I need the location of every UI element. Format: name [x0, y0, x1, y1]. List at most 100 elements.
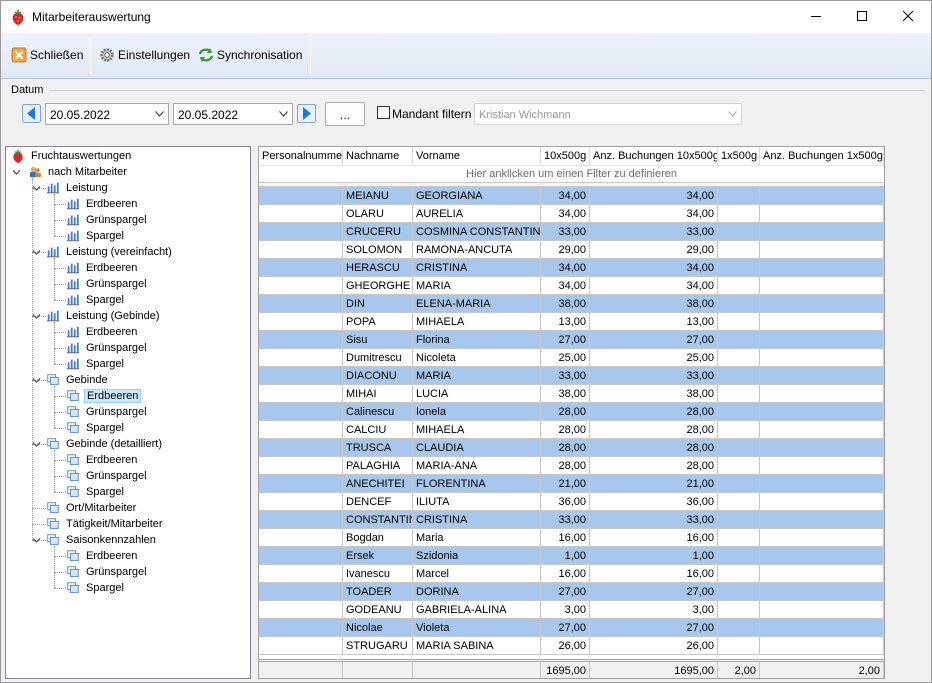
table-row[interactable]: Ivanescu Marcel 16,00 16,00: [259, 565, 884, 583]
tree-leaf-2-1[interactable]: Grünspargel: [66, 340, 149, 356]
column-header[interactable]: Anz. Buchungen 1x500g: [760, 147, 884, 165]
table-row[interactable]: STRUGARU MARIA SABINA 26,00 26,00: [259, 637, 884, 655]
table-row[interactable]: CRUCERU COSMINA CONSTANTINA 33,00 33,00: [259, 223, 884, 241]
tree-leaf-3-0[interactable]: Erdbeeren: [66, 388, 142, 404]
table-row[interactable]: HERASCU CRISTINA 34,00 34,00: [259, 259, 884, 277]
mandant-filter-label[interactable]: Mandant filtern: [392, 107, 471, 121]
previous-date-button[interactable]: [22, 104, 41, 123]
bar-chart-icon: [66, 342, 80, 354]
data-grid[interactable]: Personalnummer Nachname Vorname 10x500g Anz.…: [258, 146, 885, 679]
tree-connector: [54, 194, 55, 236]
tree-group-1[interactable]: Leistung (vereinfacht): [46, 244, 174, 260]
tree-connector: [54, 322, 55, 364]
table-row[interactable]: GHEORGHE MARIA 34,00 34,00: [259, 277, 884, 295]
tree-group-7[interactable]: Saisonkennzahlen: [46, 532, 158, 548]
bar-chart-icon: [66, 294, 80, 306]
tree-leaf-0-2[interactable]: Spargel: [66, 228, 126, 244]
table-row[interactable]: POPA MIHAELA 13,00 13,00: [259, 313, 884, 331]
tree-group-0[interactable]: Leistung: [46, 180, 110, 196]
table-cell: MEIANU: [343, 187, 413, 205]
collapse-chevron-icon[interactable]: [12, 168, 21, 177]
date-to-value: 20.05.2022: [178, 108, 239, 122]
tree-group-3[interactable]: Gebinde: [46, 372, 110, 388]
close-window-button[interactable]: [885, 1, 931, 32]
table-row[interactable]: DIACONU MARIA 33,00 33,00: [259, 367, 884, 385]
tree-leaf-7-2[interactable]: Spargel: [66, 580, 126, 596]
table-row[interactable]: Ersek Szidonia 1,00 1,00: [259, 547, 884, 565]
column-header[interactable]: 10x500g: [541, 147, 590, 165]
minimize-button[interactable]: [793, 1, 839, 32]
table-row[interactable]: GODEANU GABRIELA-ALINA 3,00 3,00: [259, 601, 884, 619]
column-header[interactable]: Personalnummer: [259, 147, 343, 165]
tree-item-nach-mitarbeiter[interactable]: nach Mitarbeiter: [28, 164, 129, 180]
table-row[interactable]: Calinescu Ionela 28,00 28,00: [259, 403, 884, 421]
table-cell: [259, 385, 343, 403]
table-row[interactable]: MIHAI LUCIA 38,00 38,00: [259, 385, 884, 403]
table-row[interactable]: CONSTANTIN CRISTINA 33,00 33,00: [259, 511, 884, 529]
report-tree[interactable]: Fruchtauswertungen nach Mitarbeiter Leistu…: [5, 146, 251, 679]
tree-leaf-4-0[interactable]: Erdbeeren: [66, 452, 139, 468]
column-header[interactable]: Vorname: [413, 147, 541, 165]
sync-button[interactable]: Synchronisation: [198, 45, 302, 65]
table-cell: 1,00: [590, 547, 718, 565]
tree-item-label: Leistung (Gebinde): [66, 310, 160, 322]
table-row[interactable]: Nicolae Violeta 27,00 27,00: [259, 619, 884, 637]
table-row[interactable]: Bogdan Maria 16,00 16,00: [259, 529, 884, 547]
table-row[interactable]: DIN ELENA-MARIA 38,00 38,00: [259, 295, 884, 313]
filter-row[interactable]: Hier anklicken um einen Filter zu defini…: [259, 165, 884, 182]
table-cell: [718, 457, 760, 475]
tree-leaf-2-0[interactable]: Erdbeeren: [66, 324, 139, 340]
tree-group-4[interactable]: Gebinde (detailliert): [46, 436, 164, 452]
date-to-combo[interactable]: 20.05.2022: [173, 103, 293, 125]
date-from-combo[interactable]: 20.05.2022: [45, 103, 169, 125]
collapse-chevron-icon[interactable]: [32, 248, 41, 257]
table-row[interactable]: Sisu Florina 27,00 27,00: [259, 331, 884, 349]
tree-leaf-0-1[interactable]: Grünspargel: [66, 212, 149, 228]
tree-leaf-3-1[interactable]: Grünspargel: [66, 404, 149, 420]
table-cell: [259, 457, 343, 475]
toolbar: Schließen Einstellungen Synchronisation: [1, 33, 931, 79]
table-row[interactable]: Dumitrescu Nicoleta 25,00 25,00: [259, 349, 884, 367]
maximize-button[interactable]: [839, 1, 885, 32]
tree-leaf-7-0[interactable]: Erdbeeren: [66, 548, 139, 564]
tree-connector: [54, 258, 55, 300]
tree-group-6[interactable]: Tätigkeit/Mitarbeiter: [46, 516, 165, 532]
table-row[interactable]: CALCIU MIHAELA 28,00 28,00: [259, 421, 884, 439]
table-row[interactable]: TOADER DORINA 27,00 27,00: [259, 583, 884, 601]
next-date-button[interactable]: [297, 104, 316, 123]
tree-group-2[interactable]: Leistung (Gebinde): [46, 308, 162, 324]
table-row[interactable]: OLARU AURELIA 34,00 34,00: [259, 205, 884, 223]
mandant-filter-checkbox[interactable]: [377, 106, 390, 119]
tree-leaf-1-1[interactable]: Grünspargel: [66, 276, 149, 292]
close-button[interactable]: Schließen: [11, 45, 83, 65]
mandant-combo[interactable]: Kristian Wichmann: [474, 103, 742, 125]
table-row[interactable]: MEIANU GEORGIANA 34,00 34,00: [259, 187, 884, 205]
column-header[interactable]: Nachname: [343, 147, 413, 165]
table-cell: MIHAELA: [413, 313, 541, 331]
collapse-chevron-icon[interactable]: [32, 184, 41, 193]
tree-leaf-1-2[interactable]: Spargel: [66, 292, 126, 308]
tree-leaf-7-1[interactable]: Grünspargel: [66, 564, 149, 580]
table-row[interactable]: DENCEF ILIUTA 36,00 36,00: [259, 493, 884, 511]
table-row[interactable]: ANECHITEI FLORENTINA 21,00 21,00: [259, 475, 884, 493]
tree-leaf-3-2[interactable]: Spargel: [66, 420, 126, 436]
column-header[interactable]: Anz. Buchungen 10x500g: [590, 147, 718, 165]
collapse-chevron-icon[interactable]: [32, 536, 41, 545]
tree-leaf-0-0[interactable]: Erdbeeren: [66, 196, 139, 212]
column-header[interactable]: 1x500g: [718, 147, 760, 165]
date-picker-button[interactable]: ...: [325, 102, 365, 126]
collapse-chevron-icon[interactable]: [32, 376, 41, 385]
table-row[interactable]: SOLOMON RAMONA-ANCUTA 29,00 29,00: [259, 241, 884, 259]
settings-button[interactable]: Einstellungen: [99, 45, 190, 65]
tree-root-fruchtauswertungen[interactable]: Fruchtauswertungen: [11, 148, 133, 164]
tree-leaf-2-2[interactable]: Spargel: [66, 356, 126, 372]
tree-leaf-1-0[interactable]: Erdbeeren: [66, 260, 139, 276]
title-bar[interactable]: Mitarbeiterauswertung: [1, 1, 931, 33]
table-row[interactable]: PALAGHIA MARIA-ANA 28,00 28,00: [259, 457, 884, 475]
collapse-chevron-icon[interactable]: [32, 440, 41, 449]
tree-group-5[interactable]: Ort/Mitarbeiter: [46, 500, 138, 516]
table-row[interactable]: TRUSCA CLAUDIA 28,00 28,00: [259, 439, 884, 457]
tree-leaf-4-2[interactable]: Spargel: [66, 484, 126, 500]
tree-leaf-4-1[interactable]: Grünspargel: [66, 468, 149, 484]
collapse-chevron-icon[interactable]: [32, 312, 41, 321]
